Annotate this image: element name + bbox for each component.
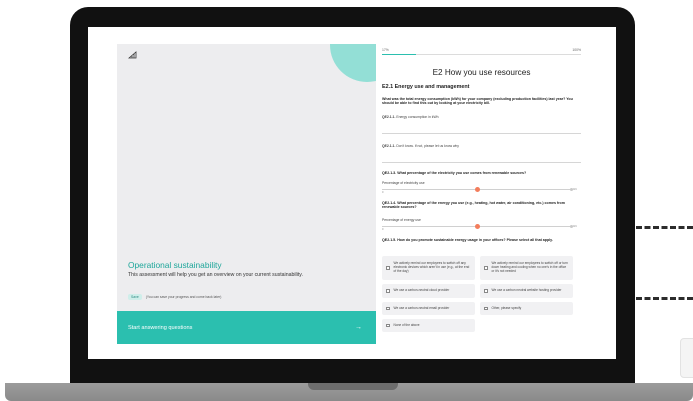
question-label: QE2.1.4. bbox=[382, 201, 397, 205]
question-label: QE2.1.5. bbox=[382, 238, 397, 242]
electricity-slider[interactable]: 0 0/4 bbox=[382, 187, 581, 194]
slider-max: 0/4 bbox=[573, 188, 577, 191]
slider-max: 0/4 bbox=[573, 225, 577, 228]
decorative-blob bbox=[330, 44, 376, 82]
option-checkbox[interactable]: We use a carbon-neutral cloud provider bbox=[382, 284, 475, 298]
question-text: Energy consumption in kWh bbox=[396, 115, 439, 119]
slider-min: 0 bbox=[382, 228, 384, 231]
option-checkbox[interactable]: We actively remind our employees to swit… bbox=[382, 256, 475, 280]
laptop-notch bbox=[308, 383, 398, 390]
option-checkbox[interactable]: We use a carbon-neutral email provider bbox=[382, 302, 475, 315]
question-label: QE2.1.1. bbox=[382, 144, 396, 148]
intro-panel: Operational sustainability This assessme… bbox=[117, 44, 376, 344]
checkbox[interactable] bbox=[484, 266, 488, 270]
slider-min: 0 bbox=[382, 191, 384, 194]
slider-handle[interactable] bbox=[474, 224, 480, 229]
option-checkbox[interactable]: Other, please specify bbox=[480, 302, 573, 315]
checkbox[interactable] bbox=[484, 306, 488, 311]
option-label: None of the above bbox=[393, 322, 420, 327]
dont-know-input[interactable] bbox=[382, 162, 581, 163]
assessment-panel: 17% 100% E2 How you use resources E2.1 E… bbox=[376, 44, 587, 344]
energy-consumption-input[interactable] bbox=[382, 133, 581, 134]
dashed-connector bbox=[636, 297, 693, 300]
checkbox[interactable] bbox=[386, 289, 390, 293]
option-label: We use a carbon neutral website hosting … bbox=[491, 288, 562, 293]
slider-label: Percentage of electricity use bbox=[382, 181, 425, 185]
bar-chart-icon bbox=[127, 51, 137, 62]
question-label: QE2.1.3. bbox=[382, 171, 397, 175]
save-note: Save (You can save your progress and com… bbox=[128, 294, 221, 300]
slider-handle[interactable] bbox=[474, 187, 480, 192]
question-q3: QE2.1.3. What percentage of the electric… bbox=[382, 171, 581, 175]
option-label: We use a carbon-neutral cloud provider bbox=[393, 288, 450, 293]
option-checkbox[interactable]: We use a carbon neutral website hosting … bbox=[480, 284, 573, 298]
progress-labels: 17% 100% bbox=[382, 48, 581, 52]
intro-title: Operational sustainability bbox=[128, 260, 222, 270]
option-label: We actively remind our employees to swit… bbox=[393, 261, 470, 273]
option-checkbox[interactable]: None of the above bbox=[382, 319, 475, 332]
progress-end: 100% bbox=[572, 48, 581, 52]
option-label: We use a carbon-neutral email provider bbox=[393, 305, 450, 310]
progress-start: 17% bbox=[382, 48, 389, 52]
stage: Operational sustainability This assessme… bbox=[0, 0, 693, 401]
intro-question: What was the total energy consumption (k… bbox=[382, 97, 573, 106]
checkbox[interactable] bbox=[484, 289, 488, 293]
question-text: Don't know. If not, please let us know w… bbox=[396, 144, 459, 148]
page-title: E2 How you use resources bbox=[432, 68, 531, 77]
arrow-right-icon: → bbox=[355, 324, 362, 331]
side-card bbox=[680, 338, 693, 378]
save-tag: Save bbox=[128, 294, 142, 300]
progress-fill bbox=[382, 54, 416, 55]
question-q1: QE2.1.1. Energy consumption in kWh bbox=[382, 115, 439, 119]
question-label: QE2.1.1. bbox=[382, 115, 396, 119]
start-answering-button[interactable]: Start answering questions → bbox=[117, 311, 376, 344]
question-q5: QE2.1.5. How do you promote sustainable … bbox=[382, 238, 581, 242]
slider-label: Percentage of energy use bbox=[382, 218, 421, 222]
energy-slider[interactable]: 0 0/4 bbox=[382, 224, 581, 231]
progress-bar bbox=[382, 54, 581, 55]
question-text: What percentage of the electricity you u… bbox=[397, 171, 527, 175]
start-button-label: Start answering questions bbox=[128, 324, 193, 331]
question-q2: QE2.1.1. Don't know. If not, please let … bbox=[382, 144, 459, 148]
checkbox[interactable] bbox=[386, 266, 390, 270]
checkbox[interactable] bbox=[386, 306, 390, 311]
checkbox[interactable] bbox=[386, 323, 390, 328]
dashed-connector bbox=[636, 226, 693, 229]
question-text: How do you promote sustainable energy us… bbox=[397, 238, 553, 242]
intro-subtitle: This assessment will help you get an ove… bbox=[128, 272, 303, 278]
option-label: Other, please specify bbox=[491, 305, 522, 310]
section-title: E2.1 Energy use and management bbox=[382, 84, 470, 90]
question-text: What percentage of the energy you use (e… bbox=[382, 201, 565, 210]
option-label: We actively remind our employees to swit… bbox=[491, 261, 568, 273]
save-note-text: (You can save your progress and come bac… bbox=[145, 295, 222, 299]
laptop-screen: Operational sustainability This assessme… bbox=[88, 27, 616, 359]
question-q4: QE2.1.4. What percentage of the energy y… bbox=[382, 201, 581, 210]
option-checkbox[interactable]: We actively remind our employees to swit… bbox=[480, 256, 573, 280]
